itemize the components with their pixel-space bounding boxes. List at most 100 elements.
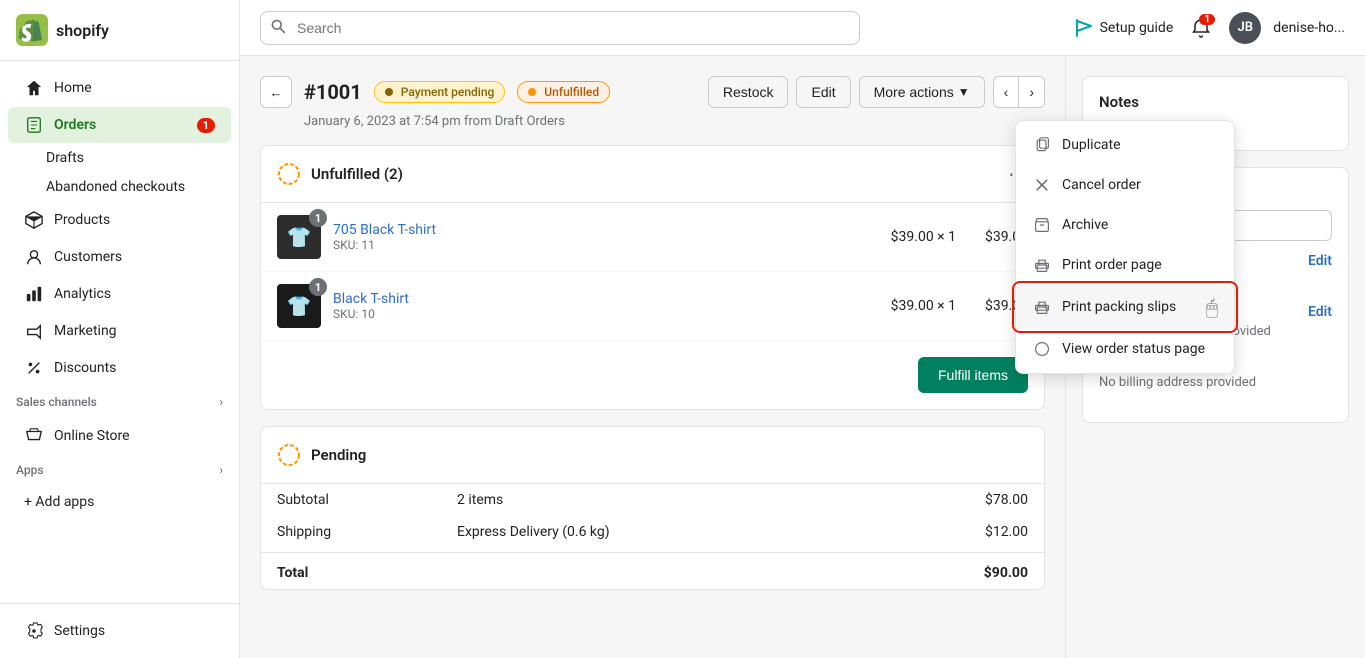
subtotal-items: 2 items: [457, 492, 985, 508]
sidebar: shopify Home Orders 1 Drafts Abandoned c…: [0, 0, 240, 658]
more-actions-label: More actions: [874, 84, 954, 100]
sidebar-item-add-apps[interactable]: + Add apps: [8, 486, 231, 518]
restock-button[interactable]: Restock: [708, 76, 789, 108]
unfulfilled-card: Unfulfilled (2) ⋯ 👕 1 705 Black T-shirt …: [260, 145, 1045, 410]
shipping-value: Express Delivery (0.6 kg): [457, 524, 985, 540]
item-1-name[interactable]: Black T-shirt: [333, 291, 879, 307]
cancel-label: Cancel order: [1062, 177, 1141, 193]
edit-button[interactable]: Edit: [796, 76, 850, 108]
cursor-pointer-icon: 🖱: [1206, 295, 1218, 319]
order-main: ← #1001 Payment pending Unfulfilled Rest…: [240, 56, 1065, 658]
x-icon: [1032, 175, 1052, 195]
notifications-button[interactable]: 1: [1185, 12, 1217, 44]
sidebar-item-settings[interactable]: Settings: [8, 613, 231, 649]
print-packing-label: Print packing slips: [1062, 299, 1176, 315]
contact-edit-button[interactable]: Edit: [1308, 253, 1332, 269]
pending-status-icon: [277, 443, 301, 467]
sales-channels-section[interactable]: Sales channels ›: [0, 387, 239, 417]
sidebar-item-orders[interactable]: Orders 1: [8, 107, 231, 143]
unfulfilled-card-header: Unfulfilled (2) ⋯: [261, 146, 1044, 203]
discounts-icon: [24, 358, 44, 378]
nav-arrows: ‹ ›: [993, 76, 1045, 108]
circle-icon: [1032, 339, 1052, 359]
dropdown-item-cancel[interactable]: Cancel order: [1016, 165, 1234, 205]
pending-subtotal-row: Subtotal 2 items $78.00: [261, 484, 1044, 516]
sidebar-item-products[interactable]: Products: [8, 202, 231, 238]
no-billing-text: No billing address provided: [1099, 375, 1332, 390]
back-button[interactable]: ←: [260, 76, 292, 108]
shopify-logo-icon: [16, 14, 48, 46]
marketing-icon: [24, 321, 44, 341]
shipping-edit-button[interactable]: Edit: [1308, 304, 1332, 320]
flag-icon: [1074, 18, 1094, 38]
item-1-details: Black T-shirt SKU: 10: [333, 291, 879, 321]
drafts-label: Drafts: [46, 150, 84, 166]
item-0-name[interactable]: 705 Black T-shirt: [333, 222, 879, 238]
chevron-down-icon: ▼: [958, 85, 970, 99]
unfulfilled-status-icon: [277, 162, 301, 186]
sidebar-logo: shopify: [0, 0, 239, 61]
products-icon: [24, 210, 44, 230]
payment-status-badge: Payment pending: [374, 81, 506, 103]
sidebar-item-marketing[interactable]: Marketing: [8, 313, 231, 349]
item-0-qty-badge: 1: [309, 209, 327, 227]
notes-title: Notes: [1099, 93, 1332, 111]
sidebar-item-analytics[interactable]: Analytics: [8, 276, 231, 312]
sidebar-discounts-label: Discounts: [54, 360, 116, 376]
prev-order-button[interactable]: ‹: [993, 76, 1019, 108]
sidebar-home-label: Home: [54, 80, 92, 96]
online-store-label: Online Store: [54, 428, 130, 444]
item-1-image: 👕 1: [277, 284, 321, 328]
tshirt-icon-1: 👕: [287, 294, 312, 318]
order-item-0: 👕 1 705 Black T-shirt SKU: 11 $39.00 × 1…: [261, 203, 1044, 272]
pending-total-row: Total $90.00: [261, 552, 1044, 589]
dropdown-item-print-packing[interactable]: Print packing slips 🖱: [1016, 285, 1234, 329]
fulfill-items-button[interactable]: Fulfill items: [918, 357, 1028, 393]
item-0-details: 705 Black T-shirt SKU: 11: [333, 222, 879, 252]
dropdown-item-print-order[interactable]: Print order page: [1016, 245, 1234, 285]
shipping-amount: $12.00: [985, 524, 1028, 540]
copy-icon: [1032, 135, 1052, 155]
online-store-icon: [24, 426, 44, 446]
chevron-right-icon: ›: [219, 395, 223, 409]
dropdown-item-duplicate[interactable]: Duplicate: [1016, 125, 1234, 165]
order-item-1: 👕 1 Black T-shirt SKU: 10 $39.00 × 1 $39…: [261, 272, 1044, 341]
sidebar-item-home[interactable]: Home: [8, 70, 231, 106]
pending-title: Pending: [311, 446, 366, 464]
more-actions-button[interactable]: More actions ▼: [859, 76, 985, 108]
sidebar-item-customers[interactable]: Customers: [8, 239, 231, 275]
fulfillment-status-dot: [528, 88, 536, 96]
dropdown-item-archive[interactable]: Archive: [1016, 205, 1234, 245]
pending-card-header: Pending: [261, 427, 1044, 484]
total-value: [457, 565, 984, 581]
sales-channels-label: Sales channels: [16, 395, 97, 409]
shipping-label: Shipping: [277, 524, 457, 540]
user-avatar[interactable]: JB: [1229, 12, 1261, 44]
item-1-sku: SKU: 10: [333, 307, 879, 321]
sidebar-bottom: Settings: [0, 603, 239, 658]
abandoned-label: Abandoned checkouts: [46, 179, 185, 195]
search-input[interactable]: [260, 11, 860, 45]
apps-label: Apps: [16, 463, 44, 477]
fulfillment-status-text: Unfulfilled: [544, 85, 599, 99]
more-actions-dropdown: Duplicate Cancel order Archive Print ord…: [1015, 120, 1235, 374]
notification-badge: 1: [1199, 14, 1215, 25]
settings-label: Settings: [54, 623, 105, 639]
analytics-icon: [24, 284, 44, 304]
sidebar-item-online-store[interactable]: Online Store: [8, 418, 231, 454]
next-order-button[interactable]: ›: [1018, 76, 1045, 108]
total-label: Total: [277, 565, 457, 581]
item-0-sku: SKU: 11: [333, 238, 879, 252]
item-1-price: $39.00 × 1: [891, 298, 956, 314]
unfulfilled-title: Unfulfilled (2): [311, 165, 403, 183]
apps-section[interactable]: Apps ›: [0, 455, 239, 485]
sidebar-item-abandoned[interactable]: Abandoned checkouts: [46, 173, 231, 201]
sidebar-item-drafts[interactable]: Drafts: [46, 144, 231, 172]
add-apps-label: + Add apps: [24, 494, 94, 510]
store-name[interactable]: denise-ho...: [1273, 20, 1345, 36]
sidebar-item-discounts[interactable]: Discounts: [8, 350, 231, 386]
setup-guide-button[interactable]: Setup guide: [1074, 18, 1174, 38]
printer-packing-icon: [1032, 297, 1052, 317]
dropdown-item-view-status[interactable]: View order status page: [1016, 329, 1234, 369]
pending-shipping-row: Shipping Express Delivery (0.6 kg) $12.0…: [261, 516, 1044, 548]
